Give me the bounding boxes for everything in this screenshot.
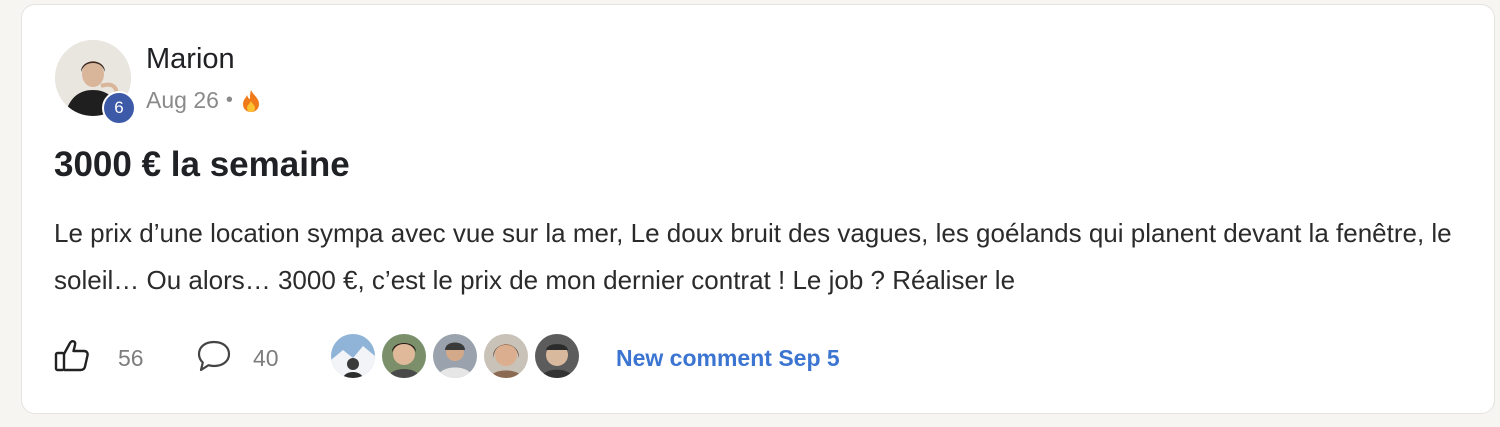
author-name[interactable]: Marion xyxy=(146,43,235,76)
commenter-avatar[interactable] xyxy=(431,332,479,380)
thumbs-up-icon xyxy=(54,339,90,378)
commenter-avatar[interactable] xyxy=(329,332,377,380)
comment-button[interactable] xyxy=(196,339,232,378)
commenter-avatar[interactable] xyxy=(380,332,428,380)
author-avatar[interactable]: 6 xyxy=(55,40,136,125)
post-actions: 56 40 New comment Sep 5 xyxy=(54,331,1464,381)
comment-bubble-icon xyxy=(196,340,232,377)
post-date: Aug 26 xyxy=(146,87,219,113)
post-title[interactable]: 3000 € la semaine xyxy=(54,145,350,185)
level-badge: 6 xyxy=(102,91,136,125)
post-meta: Aug 26 • xyxy=(146,87,262,114)
comment-count: 40 xyxy=(253,345,279,371)
flame-icon xyxy=(240,89,262,113)
new-comment-link[interactable]: New comment Sep 5 xyxy=(616,345,840,372)
post-excerpt[interactable]: Le prix d’une location sympa avec vue su… xyxy=(54,210,1454,304)
post-card[interactable]: 6 Marion Aug 26 • 3000 € la semaine Le p… xyxy=(21,4,1495,414)
like-button[interactable] xyxy=(54,339,90,378)
commenter-avatar[interactable] xyxy=(482,332,530,380)
meta-separator: • xyxy=(225,89,233,111)
like-count: 56 xyxy=(118,345,144,371)
commenter-avatar[interactable] xyxy=(533,332,581,380)
